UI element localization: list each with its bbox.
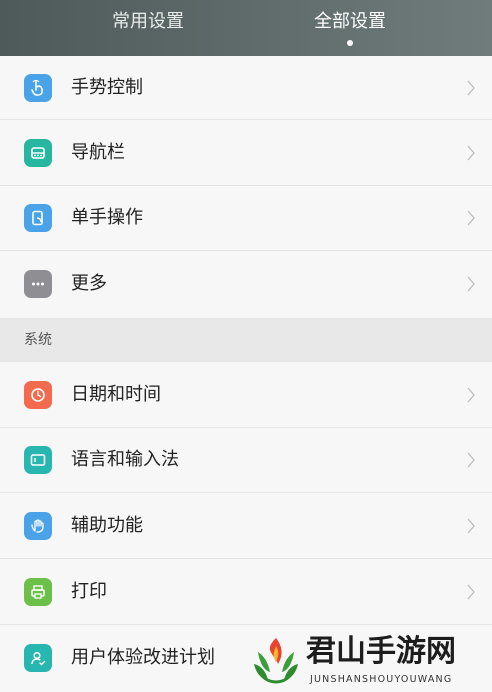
settings-item-date-time[interactable]: 日期和时间 xyxy=(0,362,492,428)
accessibility-hand-icon xyxy=(24,512,52,540)
chevron-right-icon xyxy=(467,452,475,468)
settings-item-language-input[interactable]: 语言和输入法 xyxy=(0,428,492,493)
language-input-label: 语言和输入法 xyxy=(71,449,179,470)
tab-all-settings[interactable]: 全部设置 xyxy=(290,10,410,50)
gesture-icon xyxy=(24,74,52,102)
tab-common-settings[interactable]: 常用设置 xyxy=(88,10,208,50)
settings-item-accessibility[interactable]: 辅助功能 xyxy=(0,493,492,559)
one-hand-mode-label: 单手操作 xyxy=(71,207,143,228)
gesture-control-label: 手势控制 xyxy=(71,77,143,98)
navigation-bar-icon xyxy=(24,139,52,167)
tab-common-settings-label: 常用设置 xyxy=(112,11,184,32)
section-header-system: 系统 xyxy=(0,318,492,362)
site-watermark: 君山手游网 JUNSHANSHOUYOUWANG xyxy=(244,628,492,692)
print-label: 打印 xyxy=(71,581,107,602)
printer-icon xyxy=(24,578,52,606)
active-tab-indicator xyxy=(347,40,353,46)
section-title: 系统 xyxy=(24,332,52,348)
chevron-right-icon xyxy=(467,80,475,96)
chevron-right-icon xyxy=(467,584,475,600)
flame-leaf-logo-icon xyxy=(254,638,298,684)
one-hand-icon xyxy=(24,204,52,232)
tab-all-settings-label: 全部设置 xyxy=(314,11,386,32)
chevron-right-icon xyxy=(467,145,475,161)
chevron-right-icon xyxy=(467,387,475,403)
date-time-label: 日期和时间 xyxy=(71,384,161,405)
accessibility-label: 辅助功能 xyxy=(71,515,143,536)
chevron-right-icon xyxy=(467,518,475,534)
clock-icon xyxy=(24,381,52,409)
chevron-right-icon xyxy=(467,276,475,292)
settings-item-gesture-control[interactable]: 手势控制 xyxy=(0,56,492,120)
top-tab-bar: 常用设置 全部设置 xyxy=(0,0,492,56)
language-icon xyxy=(24,446,52,474)
settings-item-navigation-bar[interactable]: 导航栏 xyxy=(0,120,492,186)
more-icon xyxy=(24,270,52,298)
settings-item-one-hand-mode[interactable]: 单手操作 xyxy=(0,186,492,251)
settings-item-more[interactable]: 更多 xyxy=(0,251,492,318)
chevron-right-icon xyxy=(467,210,475,226)
user-experience-icon xyxy=(24,644,52,672)
watermark-subtitle: JUNSHANSHOUYOUWANG xyxy=(310,674,453,685)
settings-item-print[interactable]: 打印 xyxy=(0,559,492,625)
user-experience-label: 用户体验改进计划 xyxy=(71,647,215,668)
more-label: 更多 xyxy=(71,273,107,294)
navigation-bar-label: 导航栏 xyxy=(71,142,125,163)
watermark-title: 君山手游网 xyxy=(306,634,456,669)
